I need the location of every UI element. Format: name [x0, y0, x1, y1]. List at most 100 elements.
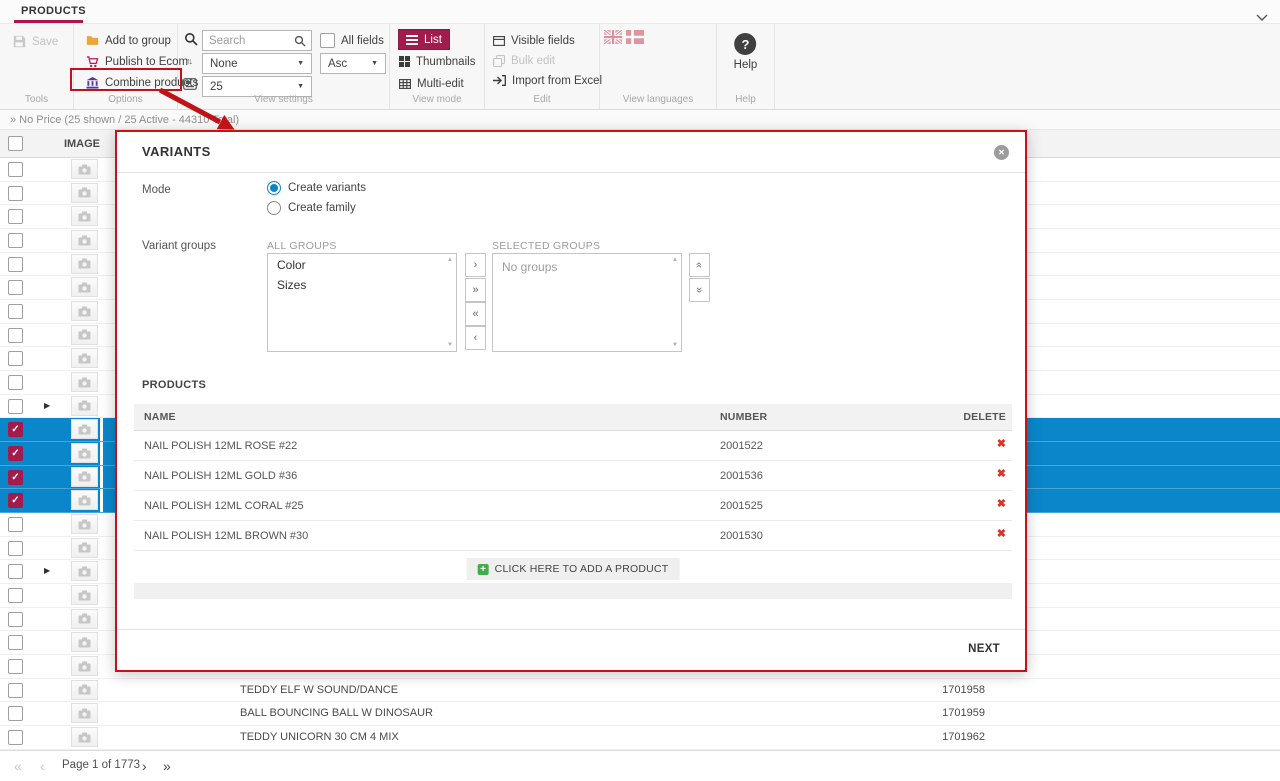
radio-create-variants[interactable] — [267, 181, 281, 195]
row-checkbox[interactable] — [8, 612, 23, 627]
table-row[interactable]: TEDDY UNICORN 30 CM 4 MIX1701962 — [0, 726, 1280, 750]
listbox-item[interactable]: Color — [268, 254, 456, 274]
group-label-options: Options — [74, 94, 177, 105]
next-page-icon[interactable]: › — [142, 756, 147, 776]
uk-flag-icon[interactable] — [604, 30, 622, 44]
row-checkbox[interactable]: ✓ — [8, 493, 23, 508]
breadcrumb: » No Price (25 shown / 25 Active - 44310… — [0, 110, 1280, 130]
row-checkbox[interactable] — [8, 659, 23, 674]
next-button[interactable]: NEXT — [968, 643, 1000, 655]
save-label: Save — [32, 36, 58, 48]
visible-fields-button[interactable]: Visible fields — [493, 31, 575, 50]
move-all-right-button[interactable]: » — [465, 278, 486, 302]
all-groups-listbox[interactable]: ColorSizes ▲ ▼ — [267, 253, 457, 352]
horizontal-scrollbar-track[interactable] — [134, 583, 1012, 599]
row-checkbox[interactable] — [8, 351, 23, 366]
all-fields-checkbox[interactable] — [320, 33, 335, 48]
row-checkbox[interactable] — [8, 706, 23, 721]
prev-page-icon[interactable]: ‹ — [40, 756, 45, 776]
denmark-flag-icon[interactable] — [626, 30, 644, 44]
select-all-checkbox[interactable] — [8, 136, 23, 151]
row-checkbox[interactable] — [8, 541, 23, 556]
thumbnails-icon — [399, 56, 410, 67]
row-image-placeholder — [71, 396, 98, 416]
scroll-up-icon[interactable]: ▲ — [447, 257, 453, 263]
double-chevron-up-icon: » — [694, 262, 706, 268]
row-expand-arrow-icon[interactable]: ▶ — [44, 567, 50, 575]
row-checkbox[interactable] — [8, 280, 23, 295]
number-column-header: NUMBER — [720, 411, 767, 423]
create-family-option[interactable]: Create family — [267, 201, 356, 215]
import-from-excel-button[interactable]: Import from Excel — [493, 71, 602, 90]
move-all-left-button[interactable]: « — [465, 302, 486, 326]
selected-groups-listbox[interactable]: No groups ▲ ▼ — [492, 253, 682, 352]
help-button[interactable]: ? Help — [734, 33, 758, 71]
sort-direction-select[interactable]: Asc ▼ — [320, 53, 386, 74]
row-checkbox[interactable] — [8, 304, 23, 319]
first-page-icon[interactable]: « — [14, 756, 22, 776]
move-down-button[interactable]: » — [689, 278, 710, 302]
multi-edit-view-button[interactable]: Multi-edit — [399, 74, 464, 93]
sort-field-select[interactable]: None ▼ — [202, 53, 312, 74]
delete-icon[interactable]: ✖ — [997, 439, 1006, 450]
scroll-down-icon[interactable]: ▼ — [447, 342, 453, 348]
delete-icon[interactable]: ✖ — [997, 529, 1006, 540]
list-view-button[interactable]: List — [398, 29, 450, 50]
row-image-placeholder — [71, 419, 98, 439]
row-checkbox[interactable] — [8, 162, 23, 177]
radio-create-family[interactable] — [267, 201, 281, 215]
row-checkbox[interactable] — [8, 375, 23, 390]
delete-icon[interactable]: ✖ — [997, 469, 1006, 480]
save-button[interactable]: Save — [13, 32, 58, 51]
row-checkbox[interactable] — [8, 588, 23, 603]
thumbnails-view-button[interactable]: Thumbnails — [399, 52, 475, 71]
row-checkbox[interactable] — [8, 328, 23, 343]
search-input[interactable] — [203, 35, 294, 47]
tab-products[interactable]: PRODUCTS — [14, 0, 93, 21]
row-image-placeholder — [71, 254, 98, 274]
table-row[interactable]: BALL BOUNCING BALL W DINOSAUR1701959 — [0, 702, 1280, 726]
scroll-down-icon[interactable]: ▼ — [672, 342, 678, 348]
search-submit-icon[interactable] — [294, 35, 311, 47]
import-from-excel-label: Import from Excel — [512, 75, 602, 87]
row-image-placeholder — [71, 372, 98, 392]
list-icon — [406, 35, 418, 45]
add-product-button[interactable]: + CLICK HERE TO ADD A PRODUCT — [467, 558, 680, 580]
move-right-button[interactable]: › — [465, 253, 486, 277]
create-variants-option[interactable]: Create variants — [267, 181, 366, 195]
row-expand-arrow-icon[interactable]: ▶ — [44, 402, 50, 410]
row-checkbox[interactable] — [8, 730, 23, 745]
row-checkbox[interactable] — [8, 233, 23, 248]
row-checkbox[interactable] — [8, 635, 23, 650]
last-page-icon[interactable]: » — [163, 756, 171, 776]
listbox-item[interactable]: Sizes — [268, 274, 456, 294]
row-checkbox[interactable] — [8, 209, 23, 224]
row-checkbox[interactable]: ✓ — [8, 446, 23, 461]
row-checkbox[interactable] — [8, 257, 23, 272]
move-left-button[interactable]: ‹ — [465, 326, 486, 350]
row-checkbox[interactable] — [8, 186, 23, 201]
row-checkbox[interactable] — [8, 683, 23, 698]
row-checkbox[interactable] — [8, 399, 23, 414]
row-checkbox[interactable]: ✓ — [8, 470, 23, 485]
close-icon[interactable]: ✕ — [994, 145, 1009, 160]
add-to-group-button[interactable]: Add to group — [86, 31, 171, 50]
publish-to-ecom-button[interactable]: Publish to Ecom — [86, 52, 188, 71]
dialog-title: VARIANTS — [142, 144, 211, 159]
camera-icon — [78, 400, 91, 411]
scroll-up-icon[interactable]: ▲ — [672, 257, 678, 263]
table-row[interactable]: TEDDY ELF W SOUND/DANCE1701958 — [0, 679, 1280, 703]
delete-icon[interactable]: ✖ — [997, 499, 1006, 510]
sort-direction-value: Asc — [328, 58, 347, 70]
camera-icon — [78, 164, 91, 175]
row-name: TEDDY UNICORN 30 CM 4 MIX — [240, 731, 399, 743]
row-checkbox[interactable] — [8, 564, 23, 579]
row-checkbox[interactable]: ✓ — [8, 422, 23, 437]
bulk-edit-button[interactable]: Bulk edit — [493, 51, 555, 70]
row-image-placeholder — [71, 325, 98, 345]
tab-bar: PRODUCTS — [0, 0, 1280, 24]
row-checkbox[interactable] — [8, 517, 23, 532]
row-name: TEDDY ELF W SOUND/DANCE — [240, 684, 398, 696]
move-up-button[interactable]: » — [689, 253, 710, 277]
create-family-label: Create family — [288, 202, 356, 214]
